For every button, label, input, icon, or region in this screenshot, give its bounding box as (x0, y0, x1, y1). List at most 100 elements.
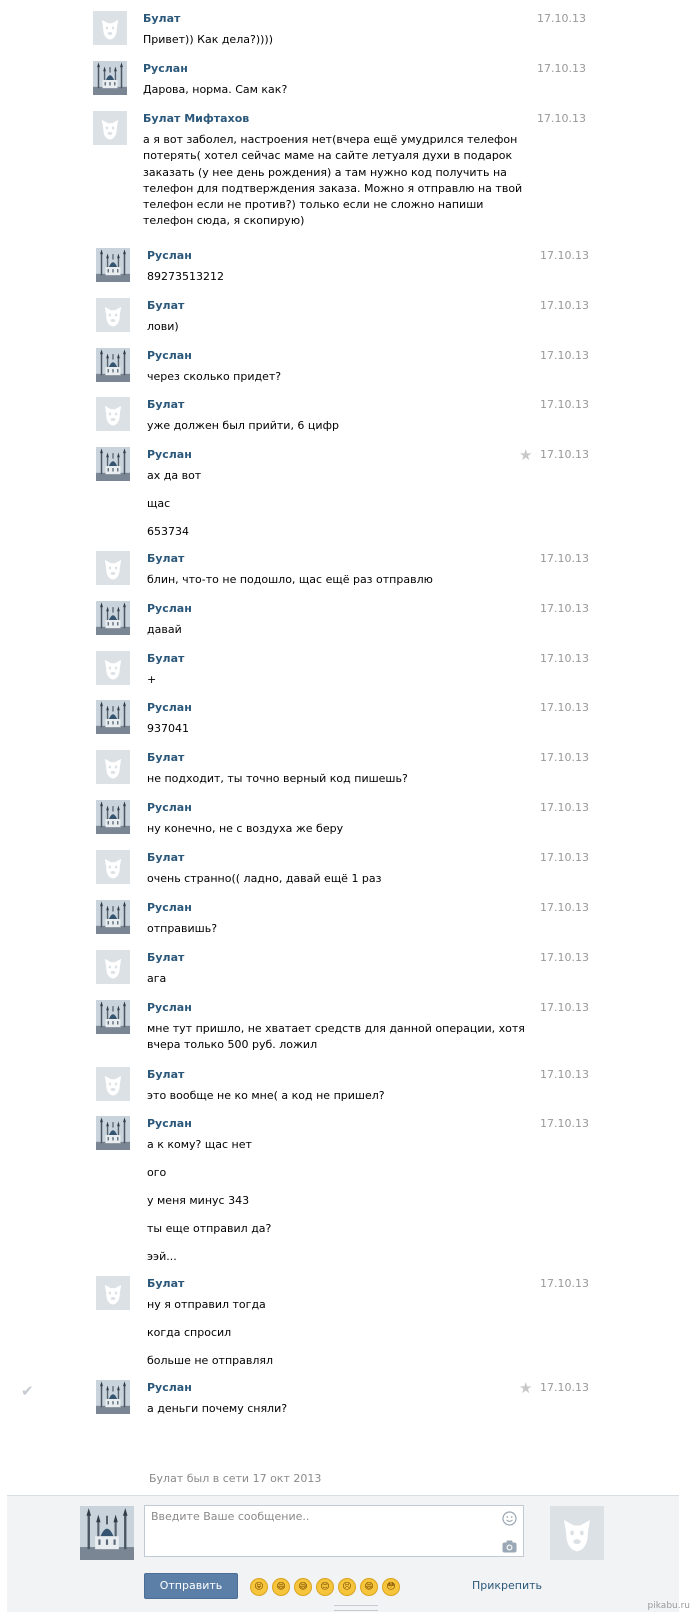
message-text: лови) (147, 320, 179, 333)
message-date[interactable]: 17.10.13 (540, 299, 589, 313)
message-text: у меня минус 343 (147, 1194, 250, 1207)
author-avatar[interactable] (96, 1276, 130, 1310)
author-avatar[interactable] (96, 700, 130, 734)
message-date[interactable]: 17.10.13 (537, 62, 586, 76)
message-text: блин, что-то не подошло, щас ещё раз отп… (147, 573, 433, 586)
send-button[interactable]: Отправить (144, 1573, 238, 1599)
checkmark-icon[interactable]: ✔ (21, 1384, 34, 1399)
message-date[interactable]: 17.10.13 (540, 801, 589, 815)
author-avatar[interactable] (96, 248, 130, 282)
message-text: отправишь? (147, 922, 218, 935)
message-date[interactable]: 17.10.13 (540, 652, 589, 666)
emoji-icon[interactable]: 😳 (382, 1578, 400, 1596)
author-avatar[interactable] (93, 61, 127, 95)
message-author[interactable]: Руслан (147, 602, 192, 616)
message-author[interactable]: Булат (147, 552, 184, 566)
author-avatar[interactable] (96, 1000, 130, 1034)
author-avatar[interactable] (96, 900, 130, 934)
emoji-icon[interactable]: 😅 (294, 1578, 312, 1596)
message-input-box (144, 1505, 524, 1557)
message-author[interactable]: Руслан (147, 349, 192, 363)
message-date[interactable]: 17.10.13 (540, 1068, 589, 1082)
author-avatar[interactable] (96, 800, 130, 834)
message-text: вчера только 500 руб. ложил (147, 1038, 318, 1051)
message-author[interactable]: Булат (147, 652, 184, 666)
resize-grip[interactable] (334, 1605, 378, 1611)
star-icon[interactable]: ★ (519, 1381, 532, 1396)
author-avatar[interactable] (96, 447, 130, 481)
emoji-icon[interactable]: 😣 (338, 1578, 356, 1596)
author-avatar[interactable] (96, 750, 130, 784)
message-date[interactable]: 17.10.13 (540, 1381, 589, 1395)
attach-link[interactable]: Прикрепить (472, 1579, 542, 1593)
message-author[interactable]: Булат (147, 1277, 184, 1291)
message-author[interactable]: Булат (147, 951, 184, 965)
message-date[interactable]: 17.10.13 (540, 1001, 589, 1015)
message-author[interactable]: Руслан (147, 1001, 192, 1015)
message-date[interactable]: 17.10.13 (540, 1277, 589, 1291)
author-avatar[interactable] (96, 1116, 130, 1150)
message-author[interactable]: Руслан (147, 901, 192, 915)
author-avatar[interactable] (96, 850, 130, 884)
message-text: 89273513212 (147, 270, 224, 283)
message-text: потерять( хотел сейчас маме на сайте лет… (143, 149, 513, 162)
author-avatar[interactable] (96, 551, 130, 585)
emoji-icon[interactable]: 😊 (316, 1578, 334, 1596)
message-date[interactable]: 17.10.13 (540, 349, 589, 363)
message-date[interactable]: 17.10.13 (540, 1117, 589, 1131)
message-text: больше не отправлял (147, 1354, 274, 1367)
message-author[interactable]: Руслан (147, 249, 192, 263)
message-author[interactable]: Руслан (143, 62, 188, 76)
message-date[interactable]: 17.10.13 (540, 951, 589, 965)
message-input[interactable] (145, 1506, 523, 1556)
camera-icon[interactable] (502, 1540, 517, 1553)
peer-avatar[interactable] (550, 1506, 604, 1560)
my-avatar[interactable] (80, 1506, 134, 1560)
message-text: давай (147, 623, 182, 636)
message-author[interactable]: Руслан (147, 1381, 192, 1395)
author-avatar[interactable] (96, 348, 130, 382)
message-author[interactable]: Руслан (147, 1117, 192, 1131)
message-date[interactable]: 17.10.13 (540, 851, 589, 865)
message-author[interactable]: Булат (147, 1068, 184, 1082)
author-avatar[interactable] (93, 11, 127, 45)
message-date[interactable]: 17.10.13 (540, 249, 589, 263)
message-date[interactable]: 17.10.13 (540, 552, 589, 566)
message-date[interactable]: 17.10.13 (540, 751, 589, 765)
message-date[interactable]: 17.10.13 (540, 602, 589, 616)
message-author[interactable]: Булат (147, 851, 184, 865)
message-history: Булат 17.10.13 Привет)) Как дела?)))) Русла… (0, 0, 692, 1495)
emoji-icon[interactable]: 😄 (272, 1578, 290, 1596)
compose-area: Отправить 😝😄😅😊😣😄😳 Прикрепить (7, 1495, 679, 1612)
smile-icon[interactable] (502, 1511, 517, 1526)
message-author[interactable]: Руслан (147, 448, 192, 462)
message-author[interactable]: Булат (147, 398, 184, 412)
author-avatar[interactable] (96, 298, 130, 332)
author-avatar[interactable] (96, 950, 130, 984)
author-avatar[interactable] (96, 1067, 130, 1101)
message-date[interactable]: 17.10.13 (537, 12, 586, 26)
message-text: телефон сюда, я скопирую) (143, 214, 305, 227)
author-avatar[interactable] (93, 111, 127, 145)
emoji-icon[interactable]: 😄 (360, 1578, 378, 1596)
message-text: ага (147, 972, 167, 985)
message-author[interactable]: Руслан (147, 701, 192, 715)
message-text: щас (147, 497, 171, 510)
message-text: ну конечно, не с воздуха же беру (147, 822, 344, 835)
message-date[interactable]: 17.10.13 (540, 701, 589, 715)
message-date[interactable]: 17.10.13 (540, 448, 589, 462)
message-author[interactable]: Руслан (147, 801, 192, 815)
author-avatar[interactable] (96, 1380, 130, 1414)
message-author[interactable]: Булат Мифтахов (143, 112, 249, 126)
message-author[interactable]: Булат (143, 12, 180, 26)
message-date[interactable]: 17.10.13 (540, 398, 589, 412)
author-avatar[interactable] (96, 397, 130, 431)
message-author[interactable]: Булат (147, 751, 184, 765)
author-avatar[interactable] (96, 651, 130, 685)
message-author[interactable]: Булат (147, 299, 184, 313)
star-icon[interactable]: ★ (519, 448, 532, 463)
message-date[interactable]: 17.10.13 (540, 901, 589, 915)
emoji-icon[interactable]: 😝 (250, 1578, 268, 1596)
author-avatar[interactable] (96, 601, 130, 635)
message-date[interactable]: 17.10.13 (537, 112, 586, 126)
